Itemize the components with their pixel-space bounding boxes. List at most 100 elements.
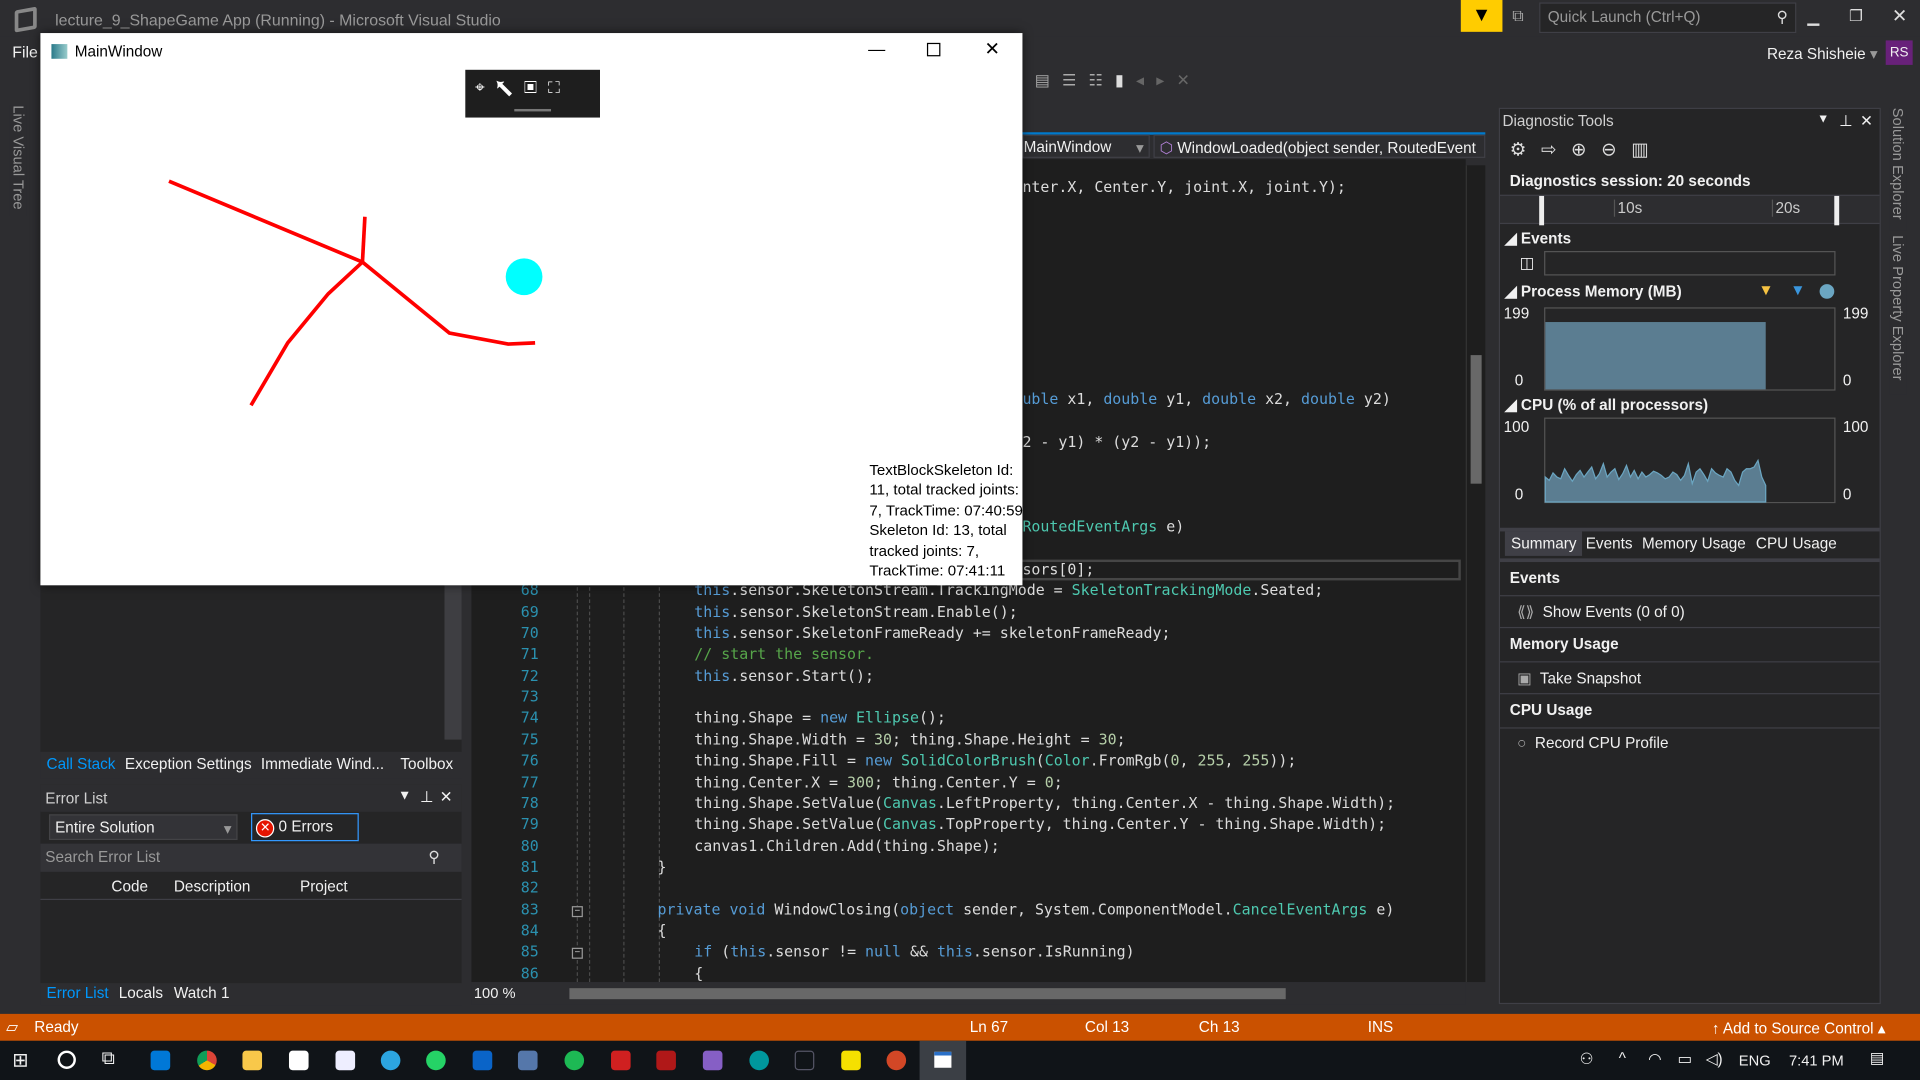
export-icon[interactable]: ⇨ bbox=[1541, 140, 1571, 161]
tab-call-stack[interactable]: Call Stack bbox=[47, 756, 116, 773]
live-property-explorer-tab[interactable]: Live Property Explorer bbox=[1889, 235, 1907, 395]
store-icon[interactable] bbox=[288, 1050, 309, 1071]
chrome-icon[interactable] bbox=[197, 1050, 217, 1071]
scroll-thumb[interactable] bbox=[1470, 355, 1482, 484]
feedback-filter-icon[interactable]: ▼ bbox=[1460, 0, 1503, 32]
battery-icon[interactable]: ▭ bbox=[1678, 1049, 1692, 1068]
visual-studio-icon[interactable] bbox=[702, 1050, 723, 1071]
tab-summary[interactable]: Summary bbox=[1504, 531, 1583, 556]
collapse-toggle-icon[interactable]: − bbox=[571, 905, 583, 917]
spotify-icon[interactable] bbox=[564, 1050, 585, 1071]
windows-start-icon[interactable]: ⊞ bbox=[12, 1048, 28, 1072]
quick-launch-input[interactable]: Quick Launch (Ctrl+Q) ⚲ bbox=[1539, 2, 1797, 34]
search-error-list[interactable]: Search Error List ⚲ bbox=[40, 843, 462, 872]
call-stack-scrollbar[interactable] bbox=[444, 585, 462, 740]
sticky-notes-icon[interactable] bbox=[841, 1050, 861, 1071]
tab-cpu-usage[interactable]: CPU Usage bbox=[1756, 535, 1837, 552]
window-menu-icon[interactable]: ▼ bbox=[1817, 113, 1829, 126]
format-icon[interactable]: ▤ bbox=[1035, 71, 1062, 89]
show-events-link[interactable]: ⟪⟫ Show Events (0 of 0) bbox=[1500, 596, 1880, 629]
whatsapp-icon[interactable] bbox=[426, 1050, 446, 1071]
column-project[interactable]: Project bbox=[300, 878, 348, 895]
events-section-label[interactable]: ◢ Events bbox=[1505, 229, 1571, 247]
tab-locals[interactable]: Locals bbox=[119, 984, 163, 1001]
close-button[interactable]: ✕ bbox=[1892, 5, 1907, 27]
clock[interactable]: 7:41 PM bbox=[1789, 1052, 1844, 1069]
cpu-section-label[interactable]: ◢ CPU (% of all processors) bbox=[1505, 396, 1708, 414]
solidworks-2018-icon[interactable] bbox=[656, 1050, 676, 1071]
powerpoint-icon[interactable] bbox=[886, 1050, 907, 1071]
bookmark-icon[interactable]: ▮ bbox=[1115, 71, 1136, 89]
shield-app-icon[interactable] bbox=[794, 1050, 815, 1071]
errors-filter-button[interactable]: ✕ 0 Errors bbox=[251, 813, 359, 842]
take-snapshot-button[interactable]: ▣ Take Snapshot bbox=[1500, 662, 1880, 695]
prev-bookmark-icon[interactable]: ◂ bbox=[1136, 71, 1156, 89]
column-description[interactable]: Description bbox=[174, 878, 251, 895]
language-indicator[interactable]: ENG bbox=[1739, 1052, 1771, 1069]
notifications-icon[interactable]: ▤ bbox=[1870, 1048, 1884, 1066]
file-explorer-icon[interactable] bbox=[242, 1050, 263, 1071]
restore-button[interactable]: ❐ bbox=[1849, 6, 1863, 24]
volume-icon[interactable]: ◁) bbox=[1706, 1049, 1723, 1068]
close-icon[interactable]: ✕ bbox=[440, 787, 453, 806]
solidworks-icon[interactable] bbox=[611, 1050, 631, 1071]
account-name[interactable]: Reza Shisheie ▾ bbox=[1767, 44, 1878, 62]
zoom-out-icon[interactable]: ⊖ bbox=[1601, 140, 1631, 161]
minimize-button[interactable]: ▁ bbox=[1807, 7, 1819, 26]
zoom-in-icon[interactable]: ⊕ bbox=[1571, 140, 1601, 161]
edge-icon[interactable] bbox=[150, 1050, 171, 1071]
tab-watch-1[interactable]: Watch 1 bbox=[174, 984, 230, 1001]
tab-memory-usage[interactable]: Memory Usage bbox=[1642, 535, 1746, 552]
collapse-toggle-icon[interactable]: − bbox=[571, 948, 583, 960]
live-visual-tree-tab[interactable]: Live Visual Tree bbox=[9, 105, 27, 216]
solution-explorer-tab[interactable]: Solution Explorer bbox=[1889, 107, 1907, 231]
tab-toolbox[interactable]: Toolbox bbox=[400, 756, 453, 773]
outlook-icon[interactable] bbox=[472, 1050, 493, 1071]
snip-icon[interactable] bbox=[335, 1050, 356, 1071]
editor-vertical-scrollbar[interactable] bbox=[1465, 165, 1486, 983]
pin-icon[interactable]: ⊥ bbox=[420, 787, 433, 806]
scope-dropdown[interactable]: Entire Solution ▾ bbox=[48, 814, 238, 841]
break-events-icon[interactable]: ◫ bbox=[1520, 253, 1534, 272]
column-code[interactable]: Code bbox=[111, 878, 148, 895]
network-app-icon[interactable] bbox=[517, 1050, 538, 1071]
wifi-icon[interactable]: ◠ bbox=[1648, 1049, 1661, 1068]
task-view-icon[interactable]: ⧉ bbox=[102, 1048, 115, 1069]
telegram-icon[interactable] bbox=[380, 1050, 401, 1071]
chart-icon[interactable]: ▥ bbox=[1631, 140, 1663, 161]
indent-icon[interactable]: ☰ bbox=[1062, 71, 1089, 89]
zoom-level[interactable]: 100 % bbox=[474, 984, 516, 1001]
gear-icon[interactable]: ⚙ bbox=[1510, 140, 1541, 161]
running-app-button[interactable] bbox=[919, 1040, 967, 1080]
cortana-icon[interactable] bbox=[57, 1050, 76, 1069]
tab-error-list[interactable]: Error List bbox=[47, 984, 109, 1001]
clear-bookmarks-icon[interactable]: ✕ bbox=[1177, 71, 1203, 89]
class-dropdown[interactable]: MainWindow ▾ bbox=[1022, 134, 1150, 158]
arduino-icon[interactable] bbox=[749, 1050, 769, 1071]
tray-chevron-icon[interactable]: ^ bbox=[1619, 1049, 1626, 1066]
tab-events[interactable]: Events bbox=[1586, 535, 1633, 552]
horizontal-scroll-thumb[interactable] bbox=[569, 988, 1286, 1000]
maximize-button[interactable] bbox=[926, 42, 941, 57]
menu-file[interactable]: File bbox=[12, 43, 38, 61]
tab-exception-settings[interactable]: Exception Settings bbox=[125, 756, 252, 773]
timeline-ruler[interactable]: 10s 20s bbox=[1500, 194, 1880, 226]
tab-immediate-window[interactable]: Immediate Wind... bbox=[261, 756, 384, 773]
range-end-handle[interactable] bbox=[1834, 195, 1840, 226]
member-dropdown[interactable]: ⬡ WindowLoaded(object sender, RoutedEven… bbox=[1153, 134, 1486, 158]
next-bookmark-icon[interactable]: ▸ bbox=[1156, 71, 1176, 89]
range-start-handle[interactable] bbox=[1539, 195, 1545, 226]
pin-icon[interactable]: ⊥ bbox=[1839, 111, 1852, 130]
people-icon[interactable]: ⚇ bbox=[1580, 1049, 1594, 1068]
window-menu-icon[interactable]: ▼ bbox=[398, 789, 411, 804]
close-button[interactable]: ✕ bbox=[984, 38, 999, 60]
memory-section-label[interactable]: ◢ Process Memory (MB) bbox=[1505, 282, 1682, 300]
avatar[interactable]: RS bbox=[1885, 40, 1913, 65]
record-cpu-profile-button[interactable]: ○ Record CPU Profile bbox=[1500, 729, 1880, 761]
outdent-icon[interactable]: ☷ bbox=[1089, 71, 1116, 89]
search-icon[interactable]: ⚲ bbox=[428, 847, 439, 866]
close-icon[interactable]: ✕ bbox=[1860, 111, 1873, 130]
minimize-button[interactable]: — bbox=[868, 39, 885, 59]
add-to-source-control[interactable]: ↑ Add to Source Control ▴ bbox=[1712, 1019, 1886, 1037]
live-share-icon[interactable]: ⧉ bbox=[1512, 6, 1523, 26]
